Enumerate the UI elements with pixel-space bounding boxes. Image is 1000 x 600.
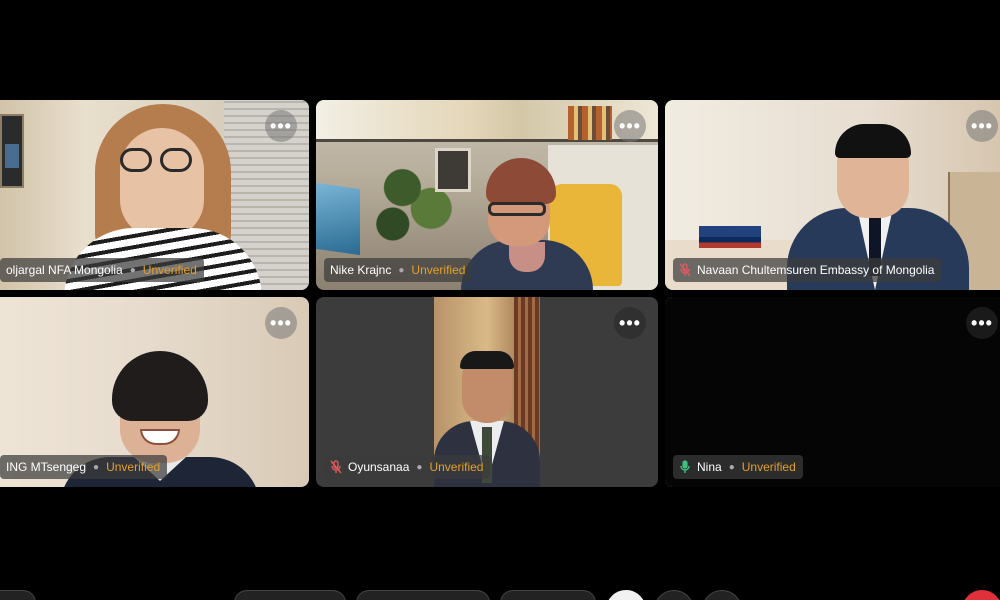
participant-tile[interactable]: ••• Nike Krajnc ● Unverified: [316, 100, 658, 290]
participant-tile[interactable]: ••• ING MTsengeg ● Unverified: [0, 297, 309, 487]
mic-muted-icon: [330, 460, 342, 474]
separator-dot: ●: [398, 264, 405, 276]
participant-tile-active-speaker[interactable]: ••• Nina ● Unverified: [665, 297, 1000, 487]
dock-round-button[interactable]: [606, 590, 646, 600]
wall-picture: [435, 148, 471, 192]
verification-status: Unverified: [411, 263, 466, 277]
verification-status: Unverified: [741, 460, 796, 474]
dock-round-button[interactable]: [702, 590, 742, 600]
verification-status: Unverified: [429, 460, 484, 474]
glasses: [120, 148, 152, 172]
bookshelf: [568, 106, 612, 140]
participant-name-tag: Nina ● Unverified: [673, 455, 803, 479]
verification-status: Unverified: [106, 460, 161, 474]
dock-round-button[interactable]: [654, 590, 694, 600]
separator-dot: ●: [129, 264, 136, 276]
separator-dot: ●: [416, 461, 423, 473]
leave-call-button[interactable]: [962, 590, 1000, 600]
participant-name: oljargal NFA Mongolia: [6, 263, 123, 277]
participant-name-tag: oljargal NFA Mongolia ● Unverified: [0, 258, 204, 282]
participant-name: Nina: [697, 460, 722, 474]
separator-dot: ●: [93, 461, 100, 473]
dock-button[interactable]: [234, 590, 346, 600]
computer-monitor: [316, 182, 360, 256]
more-options-icon[interactable]: •••: [966, 307, 998, 339]
participant-face: [120, 128, 204, 238]
wall-picture: [0, 114, 24, 188]
participant-name-tag: ING MTsengeg ● Unverified: [0, 455, 168, 479]
participant-tile[interactable]: ••• oljargal NFA Mongolia ● Unverified: [0, 100, 309, 290]
more-options-icon[interactable]: •••: [614, 307, 646, 339]
more-options-icon[interactable]: •••: [265, 110, 297, 142]
dock-button[interactable]: [500, 590, 596, 600]
mic-muted-icon: [679, 263, 691, 277]
participant-name-tag: Nike Krajnc ● Unverified: [324, 258, 473, 282]
participant-name: Nike Krajnc: [330, 263, 392, 277]
participant-hair: [460, 351, 514, 369]
glasses: [160, 148, 192, 172]
participant-tile[interactable]: ••• Oyunsanaa ● Unverified: [316, 297, 658, 487]
mic-active-icon: [679, 460, 691, 474]
glasses: [488, 202, 546, 216]
participant-name: Navaan Chultemsuren Embassy of Mongolia: [697, 263, 935, 277]
participant-name: ING MTsengeg: [6, 460, 87, 474]
participant-name-tag: Oyunsanaa ● Unverified: [324, 455, 491, 479]
more-options-icon[interactable]: •••: [265, 307, 297, 339]
more-options-icon[interactable]: •••: [614, 110, 646, 142]
participant-name: Oyunsanaa: [348, 460, 410, 474]
dock-button[interactable]: [0, 590, 36, 600]
participant-tile[interactable]: ••• Navaan Chultemsuren Embassy of Mongo…: [665, 100, 1000, 290]
dock-button[interactable]: [356, 590, 490, 600]
more-options-icon[interactable]: •••: [966, 110, 998, 142]
participant-name-tag: Navaan Chultemsuren Embassy of Mongolia: [673, 258, 942, 282]
books: [699, 226, 761, 248]
separator-dot: ●: [728, 461, 735, 473]
verification-status: Unverified: [142, 263, 197, 277]
